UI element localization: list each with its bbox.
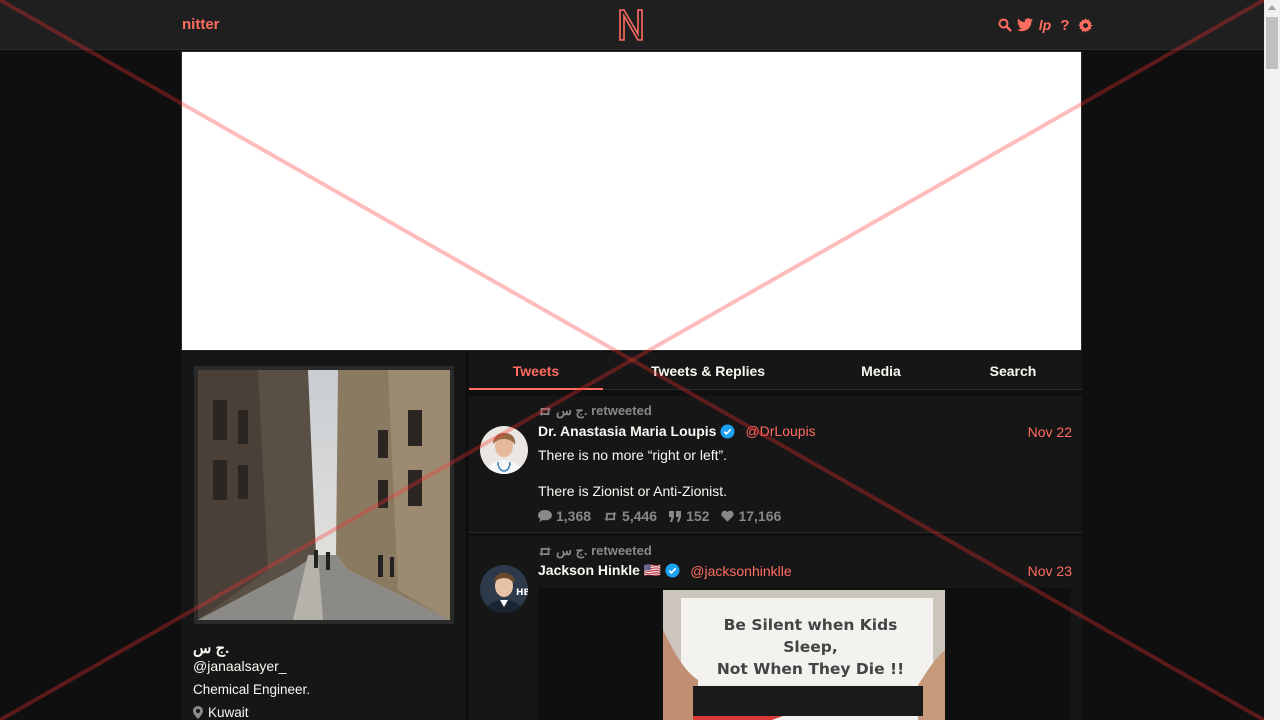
tweet-media[interactable]: Be Silent when Kids Sleep, Not When They… bbox=[538, 588, 1071, 720]
retweet-header: ج س. retweeted bbox=[538, 543, 652, 559]
tweet-item[interactable]: ج س. retweeted HB Jackson Hinkle 🇺🇸 @jac… bbox=[469, 536, 1082, 720]
nav-icon-group: lp ? bbox=[997, 14, 1093, 36]
page-scrollbar[interactable] bbox=[1264, 0, 1280, 720]
retweet-label: ج س. retweeted bbox=[556, 543, 652, 558]
location-text: Kuwait bbox=[208, 705, 249, 720]
tweet-fullname[interactable]: Dr. Anastasia Maria Loupis bbox=[538, 423, 716, 439]
scroll-up-arrow-icon[interactable] bbox=[1268, 5, 1276, 10]
quote-stat[interactable]: 152 bbox=[669, 508, 709, 524]
timeline-tabs: Tweets Tweets & Replies Media Search bbox=[469, 352, 1082, 390]
timeline: Tweets Tweets & Replies Media Search ج س… bbox=[469, 352, 1082, 720]
verified-badge-icon bbox=[665, 563, 680, 578]
profile-username[interactable]: @janaalsayer_ bbox=[193, 658, 287, 674]
tweet-date[interactable]: Nov 22 bbox=[1028, 424, 1072, 440]
like-stat[interactable]: 17,166 bbox=[721, 508, 781, 524]
site-name-link[interactable]: nitter bbox=[182, 16, 220, 33]
comment-icon bbox=[538, 510, 552, 522]
tweet-item[interactable]: ج س. retweeted Dr. Anastasia Maria Loupi… bbox=[469, 396, 1082, 533]
tab-tweets[interactable]: Tweets bbox=[469, 352, 603, 390]
retweet-header: ج س. retweeted bbox=[538, 403, 652, 419]
verified-badge-icon bbox=[720, 423, 735, 439]
tab-tweets-and-replies[interactable]: Tweets & Replies bbox=[635, 352, 781, 390]
tweet-header: Dr. Anastasia Maria Loupis @DrLoupis bbox=[538, 423, 816, 439]
retweet-stat[interactable]: 5,446 bbox=[603, 508, 657, 524]
tab-media[interactable]: Media bbox=[829, 352, 933, 390]
tweet-avatar[interactable] bbox=[480, 426, 528, 474]
tweet-header: Jackson Hinkle 🇺🇸 @jacksonhinklle bbox=[538, 562, 792, 579]
tab-search[interactable]: Search bbox=[961, 352, 1065, 390]
profile-card: ج س. @janaalsayer_ Chemical Engineer. Ku… bbox=[181, 352, 465, 720]
scroll-thumb[interactable] bbox=[1266, 17, 1278, 69]
tweet-stats: 1,368 5,446 152 17,166 bbox=[538, 508, 781, 524]
rss-icon[interactable]: lp bbox=[1037, 17, 1053, 33]
nitter-logo-icon[interactable] bbox=[617, 8, 645, 42]
retweet-icon bbox=[538, 546, 552, 556]
tweet-fullname[interactable]: Jackson Hinkle 🇺🇸 bbox=[538, 562, 661, 579]
retweet-label: ج س. retweeted bbox=[556, 403, 652, 418]
retweet-icon bbox=[538, 406, 552, 416]
media-image[interactable]: Be Silent when Kids Sleep, Not When They… bbox=[663, 590, 945, 720]
profile-banner bbox=[181, 51, 1082, 351]
tweet-content-line: There is no more “right or left”. bbox=[538, 447, 728, 463]
twitter-icon[interactable] bbox=[1017, 17, 1033, 33]
search-icon[interactable] bbox=[997, 17, 1013, 33]
gear-icon[interactable] bbox=[1077, 17, 1093, 33]
tweet-content-line: There is Zionist or Anti-Zionist. bbox=[538, 483, 728, 499]
reply-stat[interactable]: 1,368 bbox=[538, 508, 591, 524]
tweet-username[interactable]: @DrLoupis bbox=[745, 423, 815, 439]
tweet-avatar[interactable]: HB bbox=[480, 565, 528, 613]
retweet-icon bbox=[604, 511, 617, 521]
top-navbar: nitter lp ? bbox=[0, 0, 1264, 50]
profile-fullname[interactable]: ج س. bbox=[193, 639, 229, 657]
tweet-username[interactable]: @jacksonhinklle bbox=[690, 563, 791, 579]
tweet-date[interactable]: Nov 23 bbox=[1028, 563, 1072, 579]
media-sign-text: Be Silent when Kids Sleep, Not When They… bbox=[716, 616, 905, 678]
profile-location: Kuwait bbox=[193, 705, 249, 720]
profile-avatar[interactable] bbox=[194, 366, 454, 624]
heart-icon bbox=[721, 510, 735, 522]
location-pin-icon bbox=[193, 706, 203, 719]
profile-bio: Chemical Engineer. bbox=[193, 682, 311, 697]
quote-icon bbox=[669, 510, 682, 522]
svg-text:HB: HB bbox=[516, 588, 528, 598]
help-icon[interactable]: ? bbox=[1057, 17, 1073, 34]
